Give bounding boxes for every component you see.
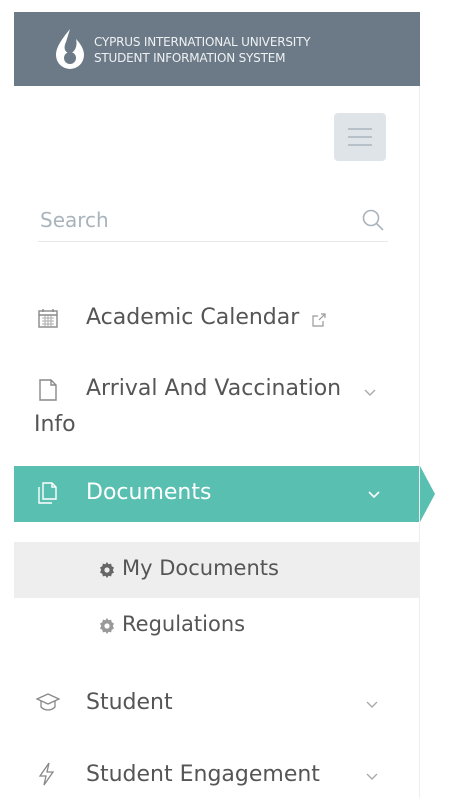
app-header: CYPRUS INTERNATIONAL UNIVERSITY STUDENT … bbox=[14, 12, 420, 86]
submenu-item-label: My Documents bbox=[122, 556, 279, 580]
sidebar-item-label: Academic Calendar bbox=[86, 305, 300, 330]
search-input[interactable] bbox=[38, 199, 342, 241]
chevron-down-icon bbox=[366, 773, 378, 780]
gear-icon bbox=[100, 618, 114, 634]
bolt-icon bbox=[38, 762, 55, 786]
submenu-item-my-documents[interactable]: My Documents bbox=[14, 542, 420, 598]
hamburger-icon-bar bbox=[348, 144, 372, 146]
sidebar-item-student[interactable]: Student bbox=[14, 678, 420, 728]
documents-icon bbox=[38, 482, 57, 504]
submenu-item-label: Regulations bbox=[122, 612, 246, 636]
sidebar-item-student-engagement[interactable]: Student Engagement bbox=[14, 750, 420, 800]
sidebar-item-academic-calendar[interactable]: Academic Calendar bbox=[14, 295, 420, 345]
external-link-icon bbox=[312, 313, 326, 327]
sidebar: CYPRUS INTERNATIONAL UNIVERSITY STUDENT … bbox=[14, 12, 435, 800]
sidebar-item-label-line2: Info bbox=[34, 412, 76, 437]
graduation-cap-icon bbox=[36, 693, 60, 711]
content-divider bbox=[419, 86, 420, 798]
brand-line-1: CYPRUS INTERNATIONAL UNIVERSITY bbox=[94, 35, 311, 49]
active-indicator-arrow bbox=[420, 466, 435, 522]
sidebar-item-label: Student bbox=[86, 690, 173, 715]
chevron-down-icon bbox=[364, 389, 376, 396]
sidebar-item-arrival-vaccination-info[interactable]: Arrival And Vaccination Info bbox=[14, 370, 420, 450]
gear-icon bbox=[100, 562, 114, 578]
menu-toggle-button[interactable] bbox=[334, 113, 386, 161]
brand-text: CYPRUS INTERNATIONAL UNIVERSITY STUDENT … bbox=[94, 34, 311, 66]
calendar-icon bbox=[38, 309, 58, 328]
brand-line-2: STUDENT INFORMATION SYSTEM bbox=[94, 51, 286, 65]
university-logo bbox=[56, 29, 84, 69]
sidebar-item-documents[interactable]: Documents bbox=[14, 466, 435, 522]
hamburger-icon-bar bbox=[348, 128, 372, 130]
submenu-item-regulations[interactable]: Regulations bbox=[14, 598, 420, 654]
sidebar-item-label: Student Engagement bbox=[86, 762, 320, 787]
search-box bbox=[38, 199, 388, 242]
sidebar-item-label: Documents bbox=[86, 480, 212, 505]
file-icon bbox=[39, 379, 57, 401]
chevron-down-icon bbox=[366, 701, 378, 708]
chevron-down-icon bbox=[368, 491, 380, 499]
hamburger-icon-bar bbox=[348, 136, 372, 138]
search-icon[interactable] bbox=[360, 207, 386, 233]
sidebar-item-label-line1: Arrival And Vaccination bbox=[86, 376, 342, 401]
